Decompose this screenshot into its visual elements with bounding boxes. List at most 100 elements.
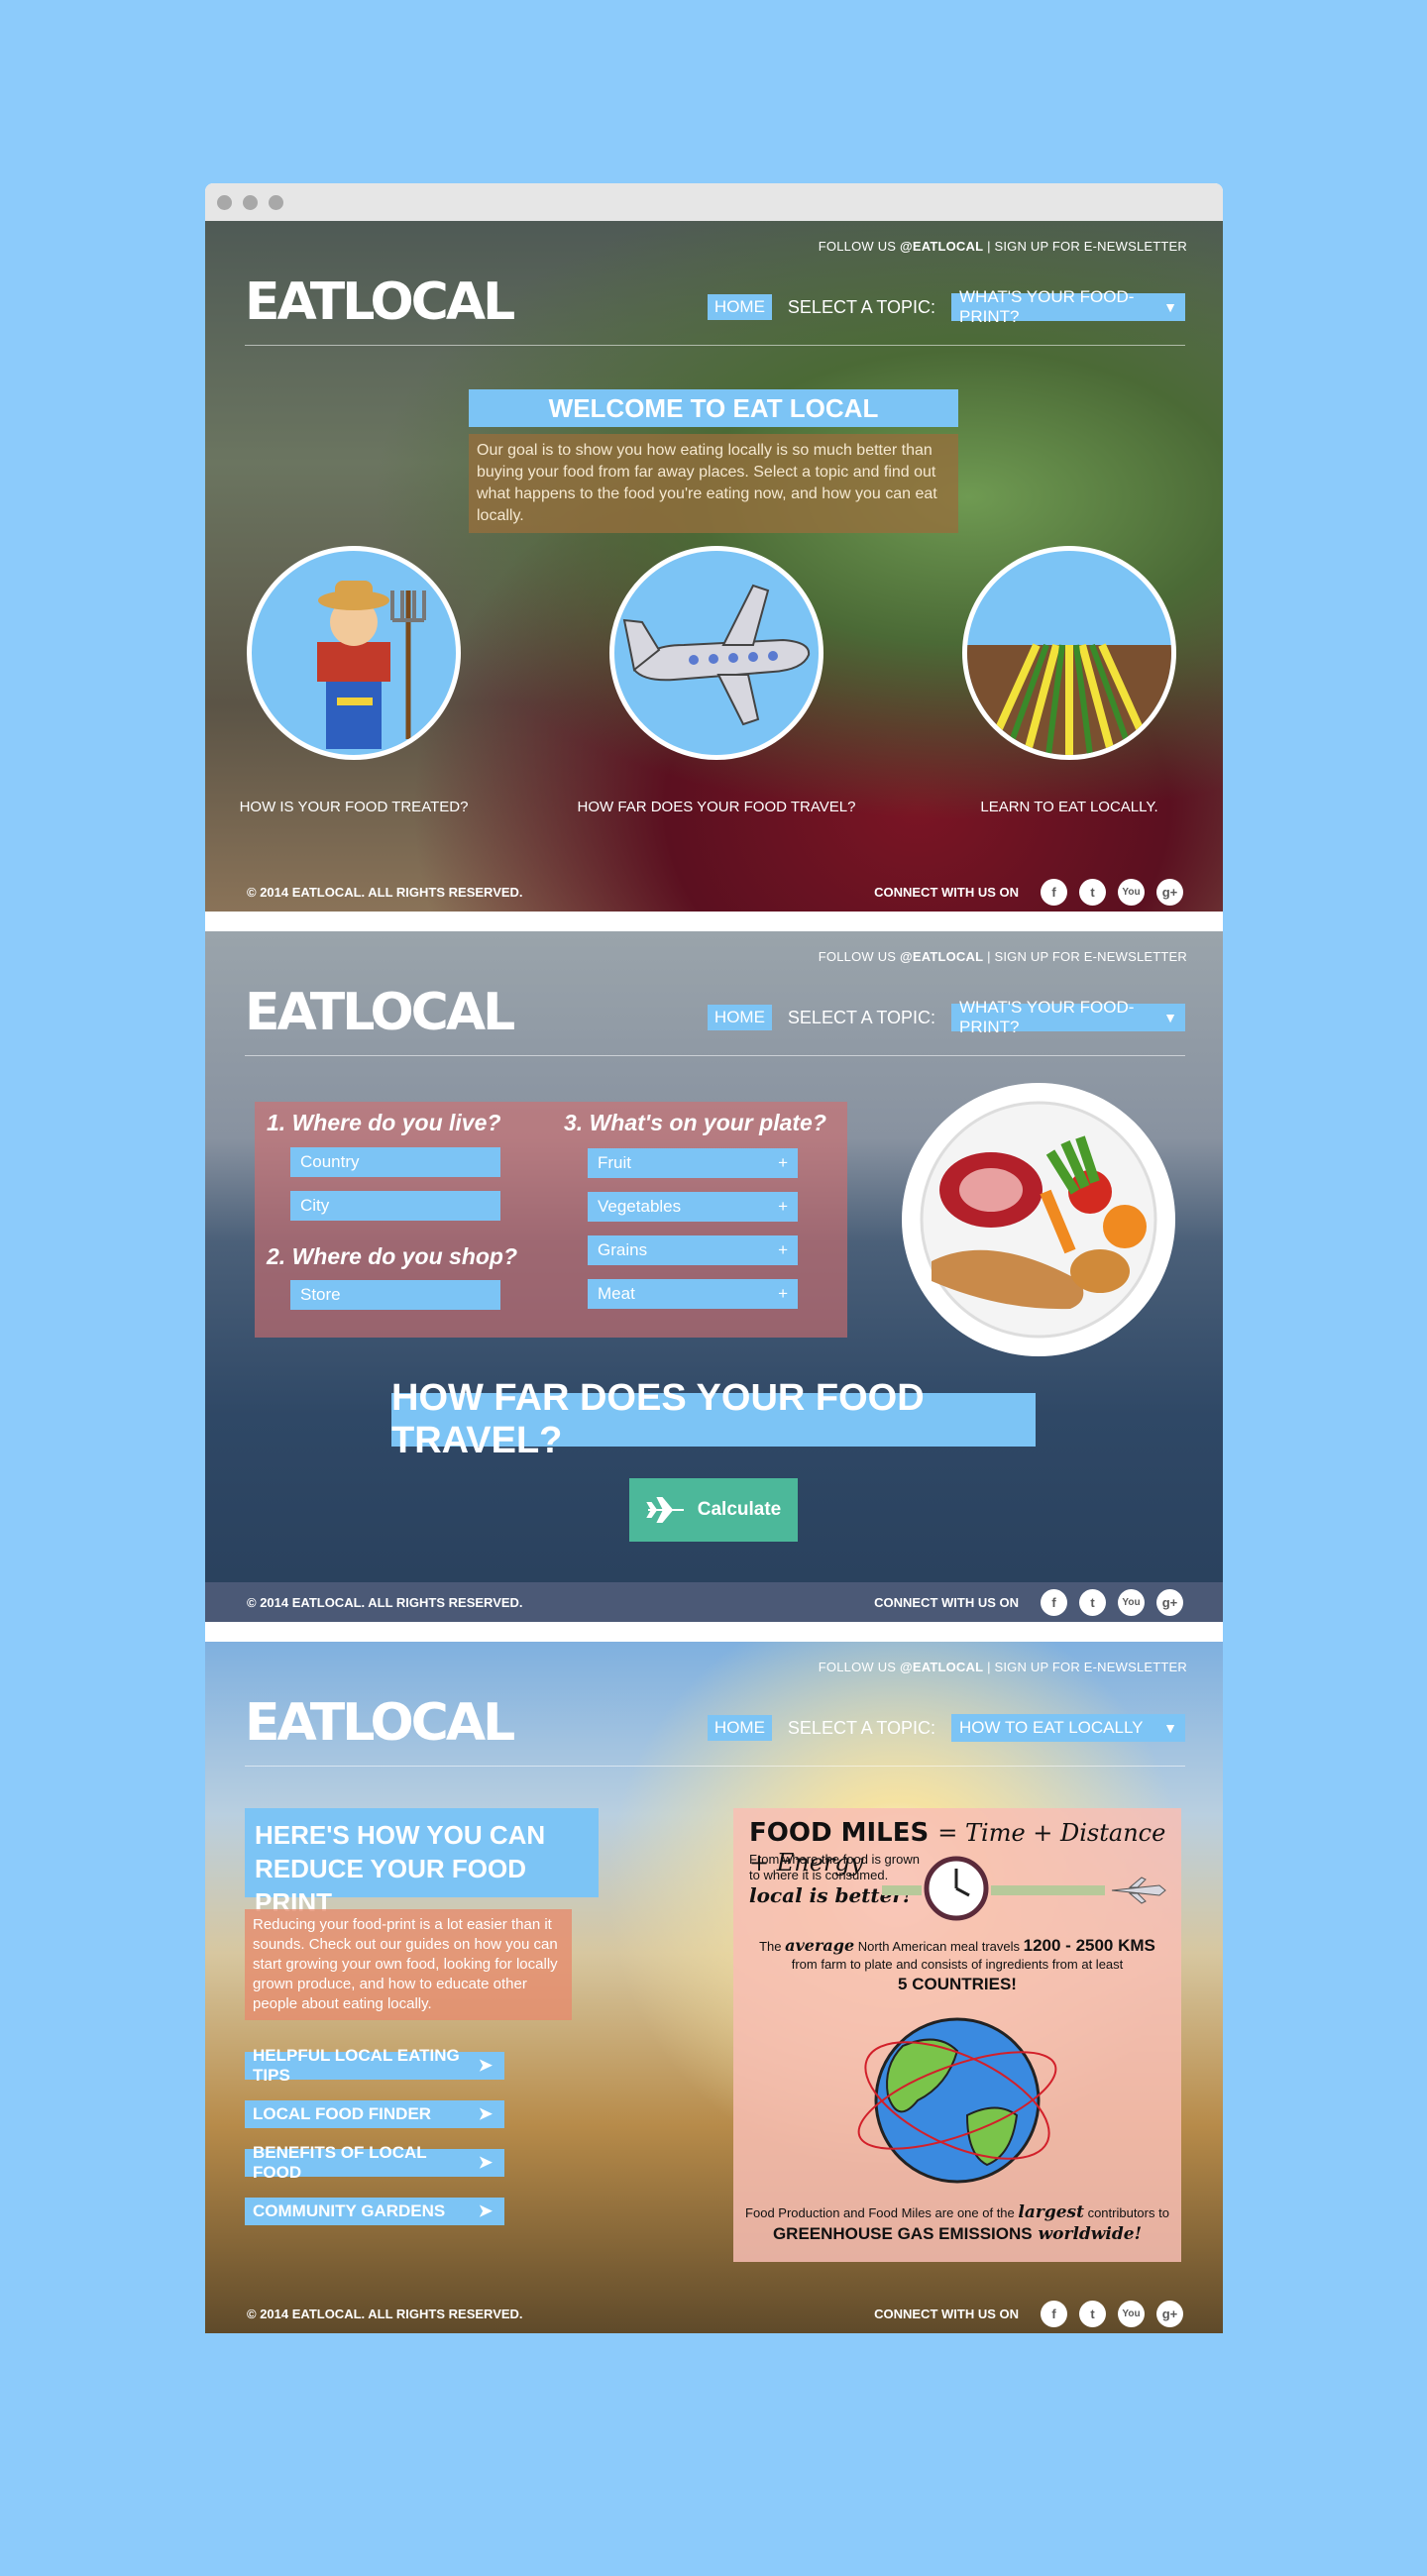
facebook-icon[interactable]: f [1041,878,1067,906]
travel-heading: HOW FAR DOES YOUR FOOD TRAVEL? [391,1377,1036,1461]
food-print-form: 1. Where do you live? Country City 2. Wh… [255,1102,847,1338]
avg-pre: The [759,1939,786,1954]
connect-label: CONNECT WITH US ON [874,884,1019,900]
logo[interactable]: EATLOCAL [245,983,515,1042]
home-page-panel: FOLLOW US @EATLOCAL | SIGN UP FOR E-NEWS… [205,221,1223,912]
social-links: CONNECT WITH US ON f t You g+ [874,2300,1183,2327]
question-where-shop: 2. Where do you shop? [267,1243,518,1269]
chevron-down-icon: ▼ [1163,1010,1177,1025]
flight-path-icon [882,1877,1166,1904]
facebook-icon[interactable]: f [1041,1588,1067,1616]
question-plate: 3. What's on your plate? [564,1110,826,1135]
airplane-icon [646,1497,684,1523]
welcome-text: Our goal is to show you how eating local… [469,434,958,533]
follow-bar: FOLLOW US @EATLOCAL | SIGN UP FOR E-NEWS… [819,239,1187,254]
tip-link-benefits[interactable]: BENEFITS OF LOCAL FOOD ➤ [245,2143,504,2182]
b2-main: GREENHOUSE GAS EMISSIONS [772,2224,1033,2243]
twitter-icon[interactable]: t [1079,1588,1106,1616]
calculate-label: Calculate [697,1499,782,1520]
option-meat-label: Meat [598,1284,635,1303]
newsletter-signup-link[interactable]: | SIGN UP FOR E-NEWSLETTER [983,239,1187,254]
avg-kms: 1200 - 2500 KMS [1023,1936,1155,1955]
arrow-right-icon: ➤ [478,2056,493,2075]
option-vegetables-label: Vegetables [598,1197,682,1216]
home-button[interactable]: HOME [707,1715,772,1741]
topic-label: SELECT A TOPIC: [787,1007,935,1027]
google-plus-icon[interactable]: g+ [1156,1588,1183,1616]
connect-label: CONNECT WITH US ON [874,2306,1019,2321]
google-plus-icon[interactable]: g+ [1156,878,1183,906]
browser-window: FOLLOW US @EATLOCAL | SIGN UP FOR E-NEWS… [205,183,1223,2333]
tip-label: HELPFUL LOCAL EATING TIPS [253,2046,460,2085]
card-label-eat-locally[interactable]: LEARN TO EAT LOCALLY. [921,799,1218,815]
home-button[interactable]: HOME [707,294,772,320]
b1-post: contributors to [1083,2205,1169,2220]
option-grains[interactable]: Grains + [588,1235,798,1265]
window-maximize-dot[interactable] [269,194,283,210]
youtube-icon[interactable]: You [1118,2300,1145,2327]
option-fruit-label: Fruit [598,1153,631,1172]
b1-word: largest [1018,2202,1084,2222]
facebook-icon[interactable]: f [1041,2300,1067,2327]
follow-prefix: FOLLOW US [818,1660,900,1674]
follow-handle-link[interactable]: @EATLOCAL [900,1660,983,1674]
window-titlebar [205,183,1223,221]
youtube-icon[interactable]: You [1118,1588,1145,1616]
tip-link-food-finder[interactable]: LOCAL FOOD FINDER ➤ [245,2100,504,2128]
card-label-food-treated[interactable]: HOW IS YOUR FOOD TREATED? [205,799,502,815]
option-fruit[interactable]: Fruit + [588,1148,798,1178]
twitter-icon[interactable]: t [1079,878,1106,906]
topic-label: SELECT A TOPIC: [787,1717,935,1738]
calculate-button[interactable]: Calculate [629,1478,798,1542]
topic-select[interactable]: WHAT'S YOUR FOOD-PRINT? ▼ [951,998,1185,1036]
tip-link-community-gardens[interactable]: COMMUNITY GARDENS ➤ [245,2198,504,2225]
follow-handle-link[interactable]: @EATLOCAL [900,239,983,254]
chevron-down-icon: ▼ [1163,1720,1177,1736]
plus-icon: + [778,1197,788,1216]
arrow-right-icon: ➤ [478,2153,493,2172]
option-country-label: Country [300,1152,360,1171]
airplane-icon[interactable] [609,546,823,760]
youtube-icon[interactable]: You [1118,878,1145,906]
window-minimize-dot[interactable] [243,194,258,210]
window-close-dot[interactable] [217,194,232,210]
follow-prefix: FOLLOW US [818,239,900,254]
farm-field-icon[interactable] [962,546,1176,760]
option-city[interactable]: City [290,1191,500,1221]
option-store[interactable]: Store [290,1280,500,1310]
topic-select[interactable]: WHAT'S YOUR FOOD-PRINT? ▼ [951,287,1185,326]
newsletter-signup-link[interactable]: | SIGN UP FOR E-NEWSLETTER [983,949,1187,964]
average-meal-text: The average North American meal travels … [733,1937,1181,1974]
home-button[interactable]: HOME [707,1005,772,1030]
avg-mid: North American meal travels [854,1939,1024,1954]
main-nav: HOME SELECT A TOPIC: WHAT'S YOUR FOOD-PR… [707,287,1185,326]
tip-link-helpful-tips[interactable]: HELPFUL LOCAL EATING TIPS ➤ [245,2046,504,2085]
header-divider [245,345,1185,346]
follow-handle-link[interactable]: @EATLOCAL [900,949,983,964]
welcome-title: WELCOME TO EAT LOCAL [469,389,958,427]
option-vegetables[interactable]: Vegetables + [588,1192,798,1222]
follow-prefix: FOLLOW US [818,949,900,964]
twitter-icon[interactable]: t [1079,2300,1106,2327]
reduce-text: Reducing your food-print is a lot easier… [245,1909,572,2020]
card-label-food-travel[interactable]: HOW FAR DOES YOUR FOOD TRAVEL? [568,799,865,815]
logo[interactable]: EATLOCAL [245,272,515,332]
logo[interactable]: EATLOCAL [245,1693,515,1753]
food-miles-infographic: FOOD MILES = Time + Distance + Energy Fr… [733,1808,1181,2262]
main-nav: HOME SELECT A TOPIC: HOW TO EAT LOCALLY … [707,1714,1185,1742]
connect-label: CONNECT WITH US ON [874,1594,1019,1610]
avg-word: average [785,1936,855,1955]
arrow-right-icon: ➤ [478,2201,493,2220]
option-meat[interactable]: Meat + [588,1279,798,1309]
topic-select-value: WHAT'S YOUR FOOD-PRINT? [959,998,1135,1036]
newsletter-signup-link[interactable]: | SIGN UP FOR E-NEWSLETTER [983,1660,1187,1674]
main-nav: HOME SELECT A TOPIC: WHAT'S YOUR FOOD-PR… [707,998,1185,1036]
option-country[interactable]: Country [290,1147,500,1177]
header-divider [245,1055,1185,1056]
b1-pre: Food Production and Food Miles are one o… [745,2205,1019,2220]
farmer-icon[interactable] [247,546,461,760]
google-plus-icon[interactable]: g+ [1156,2300,1183,2327]
topic-select[interactable]: HOW TO EAT LOCALLY ▼ [951,1714,1185,1742]
option-city-label: City [300,1196,330,1215]
topic-label: SELECT A TOPIC: [787,296,935,317]
